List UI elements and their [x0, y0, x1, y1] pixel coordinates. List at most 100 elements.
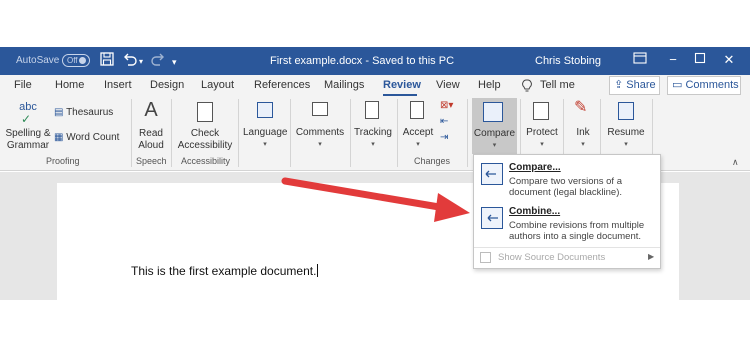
redo-icon[interactable]: [150, 52, 166, 69]
tab-review[interactable]: Review: [383, 79, 421, 91]
compare-versions-icon: [481, 163, 503, 185]
protect-button[interactable]: Protect ▾: [524, 127, 560, 151]
thesaurus-button[interactable]: ▤ Thesaurus: [54, 107, 113, 119]
maximize-icon[interactable]: [690, 51, 710, 69]
source-documents-icon: [480, 252, 491, 263]
language-label: Language: [243, 127, 288, 138]
spelling-grammar-button[interactable]: Spelling & Grammar: [0, 128, 56, 152]
combine-documents-icon: [481, 207, 503, 229]
chevron-down-icon: ▾: [540, 141, 544, 148]
resume-button[interactable]: Resume ▾: [604, 127, 648, 151]
read-aloud-button[interactable]: Read Aloud: [134, 128, 168, 152]
group-divider: [131, 99, 132, 167]
resume-icon: [618, 102, 634, 120]
tracking-icon: [365, 101, 379, 119]
share-label: Share: [626, 79, 656, 91]
group-divider: [290, 99, 291, 167]
check-accessibility-label-1: Check: [190, 128, 220, 139]
tell-me-search[interactable]: Tell me: [540, 79, 575, 91]
spelling-label-2: Grammar: [6, 140, 50, 151]
document-body[interactable]: This is the first example document.: [131, 264, 319, 278]
tab-view[interactable]: View: [436, 79, 460, 91]
chevron-down-icon: ▾: [416, 141, 420, 148]
chevron-down-icon: ▾: [492, 142, 497, 149]
collapse-ribbon-icon[interactable]: ∧: [732, 156, 739, 168]
compare-menu-item[interactable]: Compare... Compare two versions of a doc…: [474, 159, 660, 203]
comments-group-label: Comments: [295, 127, 345, 138]
submenu-arrow-icon: ▶: [648, 252, 655, 261]
title-bar: AutoSave Off ▾ ▾ First example.docx - Sa…: [0, 47, 750, 75]
thesaurus-icon: ▤: [54, 107, 64, 118]
tab-home[interactable]: Home: [55, 79, 84, 91]
lightbulb-icon: [522, 79, 532, 95]
accept-label: Accept: [402, 127, 434, 138]
combine-menu-description: Combine revisions from multiple authors …: [509, 220, 645, 242]
read-aloud-label-2: Aloud: [138, 140, 164, 151]
ink-label: Ink: [576, 127, 590, 138]
read-aloud-icon: A: [144, 99, 158, 121]
ink-pen-icon: ✎: [574, 99, 588, 116]
close-icon[interactable]: ✕: [719, 51, 739, 69]
tab-file[interactable]: File: [14, 79, 32, 91]
previous-change-icon[interactable]: ⇤: [440, 116, 448, 128]
chevron-down-icon: ▾: [624, 141, 628, 148]
show-source-documents-label: Show Source Documents: [498, 252, 606, 263]
check-accessibility-button[interactable]: Check Accessibility: [177, 128, 233, 152]
tracking-button[interactable]: Tracking ▾: [353, 127, 393, 151]
spelling-label-1: Spelling &: [5, 128, 51, 139]
group-divider: [467, 99, 468, 167]
share-button[interactable]: ⇪ Share: [609, 76, 660, 95]
check-accessibility-icon: [197, 102, 213, 122]
ink-button[interactable]: Ink ▾: [568, 127, 598, 151]
group-divider: [397, 99, 398, 167]
compare-menu-description: Compare two versions of a document (lega…: [509, 176, 623, 198]
next-change-icon[interactable]: ⇥: [440, 132, 448, 144]
tab-insert[interactable]: Insert: [104, 79, 132, 91]
undo-icon[interactable]: [122, 52, 138, 69]
tab-layout[interactable]: Layout: [201, 79, 234, 91]
protect-label: Protect: [526, 127, 558, 138]
minimize-icon[interactable]: −: [663, 51, 683, 69]
word-count-icon: ▦: [54, 132, 64, 143]
tab-references[interactable]: References: [254, 79, 310, 91]
tab-help[interactable]: Help: [478, 79, 501, 91]
accept-icon: [410, 101, 424, 119]
comments-button[interactable]: ▭ Comments: [667, 76, 741, 95]
group-label-proofing: Proofing: [46, 156, 80, 166]
compare-dropdown-menu: Compare... Compare two versions of a doc…: [473, 154, 661, 269]
checkmark-icon: ✓: [20, 112, 32, 126]
new-comment-icon: [312, 102, 328, 116]
tab-design[interactable]: Design: [150, 79, 184, 91]
compare-label-wrap[interactable]: Compare ▾: [472, 128, 517, 152]
word-count-label: Word Count: [66, 132, 120, 143]
check-accessibility-label-2: Accessibility: [177, 140, 233, 151]
compare-label: Compare: [473, 128, 516, 139]
undo-dropdown-icon[interactable]: ▾: [139, 54, 143, 70]
text-cursor: [317, 264, 319, 277]
read-aloud-label-1: Read: [139, 128, 163, 139]
word-count-button[interactable]: ▦ Word Count: [54, 132, 119, 144]
customize-icon[interactable]: ▾: [172, 54, 177, 70]
accept-button[interactable]: Accept ▾: [400, 127, 436, 151]
comment-icon: ▭: [672, 79, 683, 91]
tracking-label: Tracking: [354, 127, 392, 138]
resume-label: Resume: [607, 127, 645, 138]
autosave-toggle[interactable]: Off: [62, 54, 90, 67]
group-divider: [350, 99, 351, 167]
ribbon-display-icon[interactable]: [630, 51, 650, 69]
group-label-speech: Speech: [136, 156, 167, 166]
document-title: First example.docx - Saved to this PC: [270, 55, 455, 67]
user-name[interactable]: Chris Stobing: [535, 55, 601, 67]
show-source-documents-item[interactable]: Show Source Documents ▶: [474, 247, 660, 267]
thesaurus-label: Thesaurus: [66, 107, 114, 118]
combine-menu-title: Combine...: [509, 206, 561, 217]
compare-menu-title: Compare...: [509, 162, 561, 173]
chevron-down-icon: ▾: [263, 141, 267, 148]
comments-group-button[interactable]: Comments ▾: [295, 127, 345, 151]
language-button[interactable]: Language ▾: [243, 127, 288, 151]
save-icon[interactable]: [100, 52, 114, 69]
tab-mailings[interactable]: Mailings: [324, 79, 364, 91]
autosave-label: AutoSave: [16, 55, 60, 66]
combine-menu-item[interactable]: Combine... Combine revisions from multip…: [474, 203, 660, 247]
reject-icon[interactable]: ⊠▾: [440, 100, 453, 112]
